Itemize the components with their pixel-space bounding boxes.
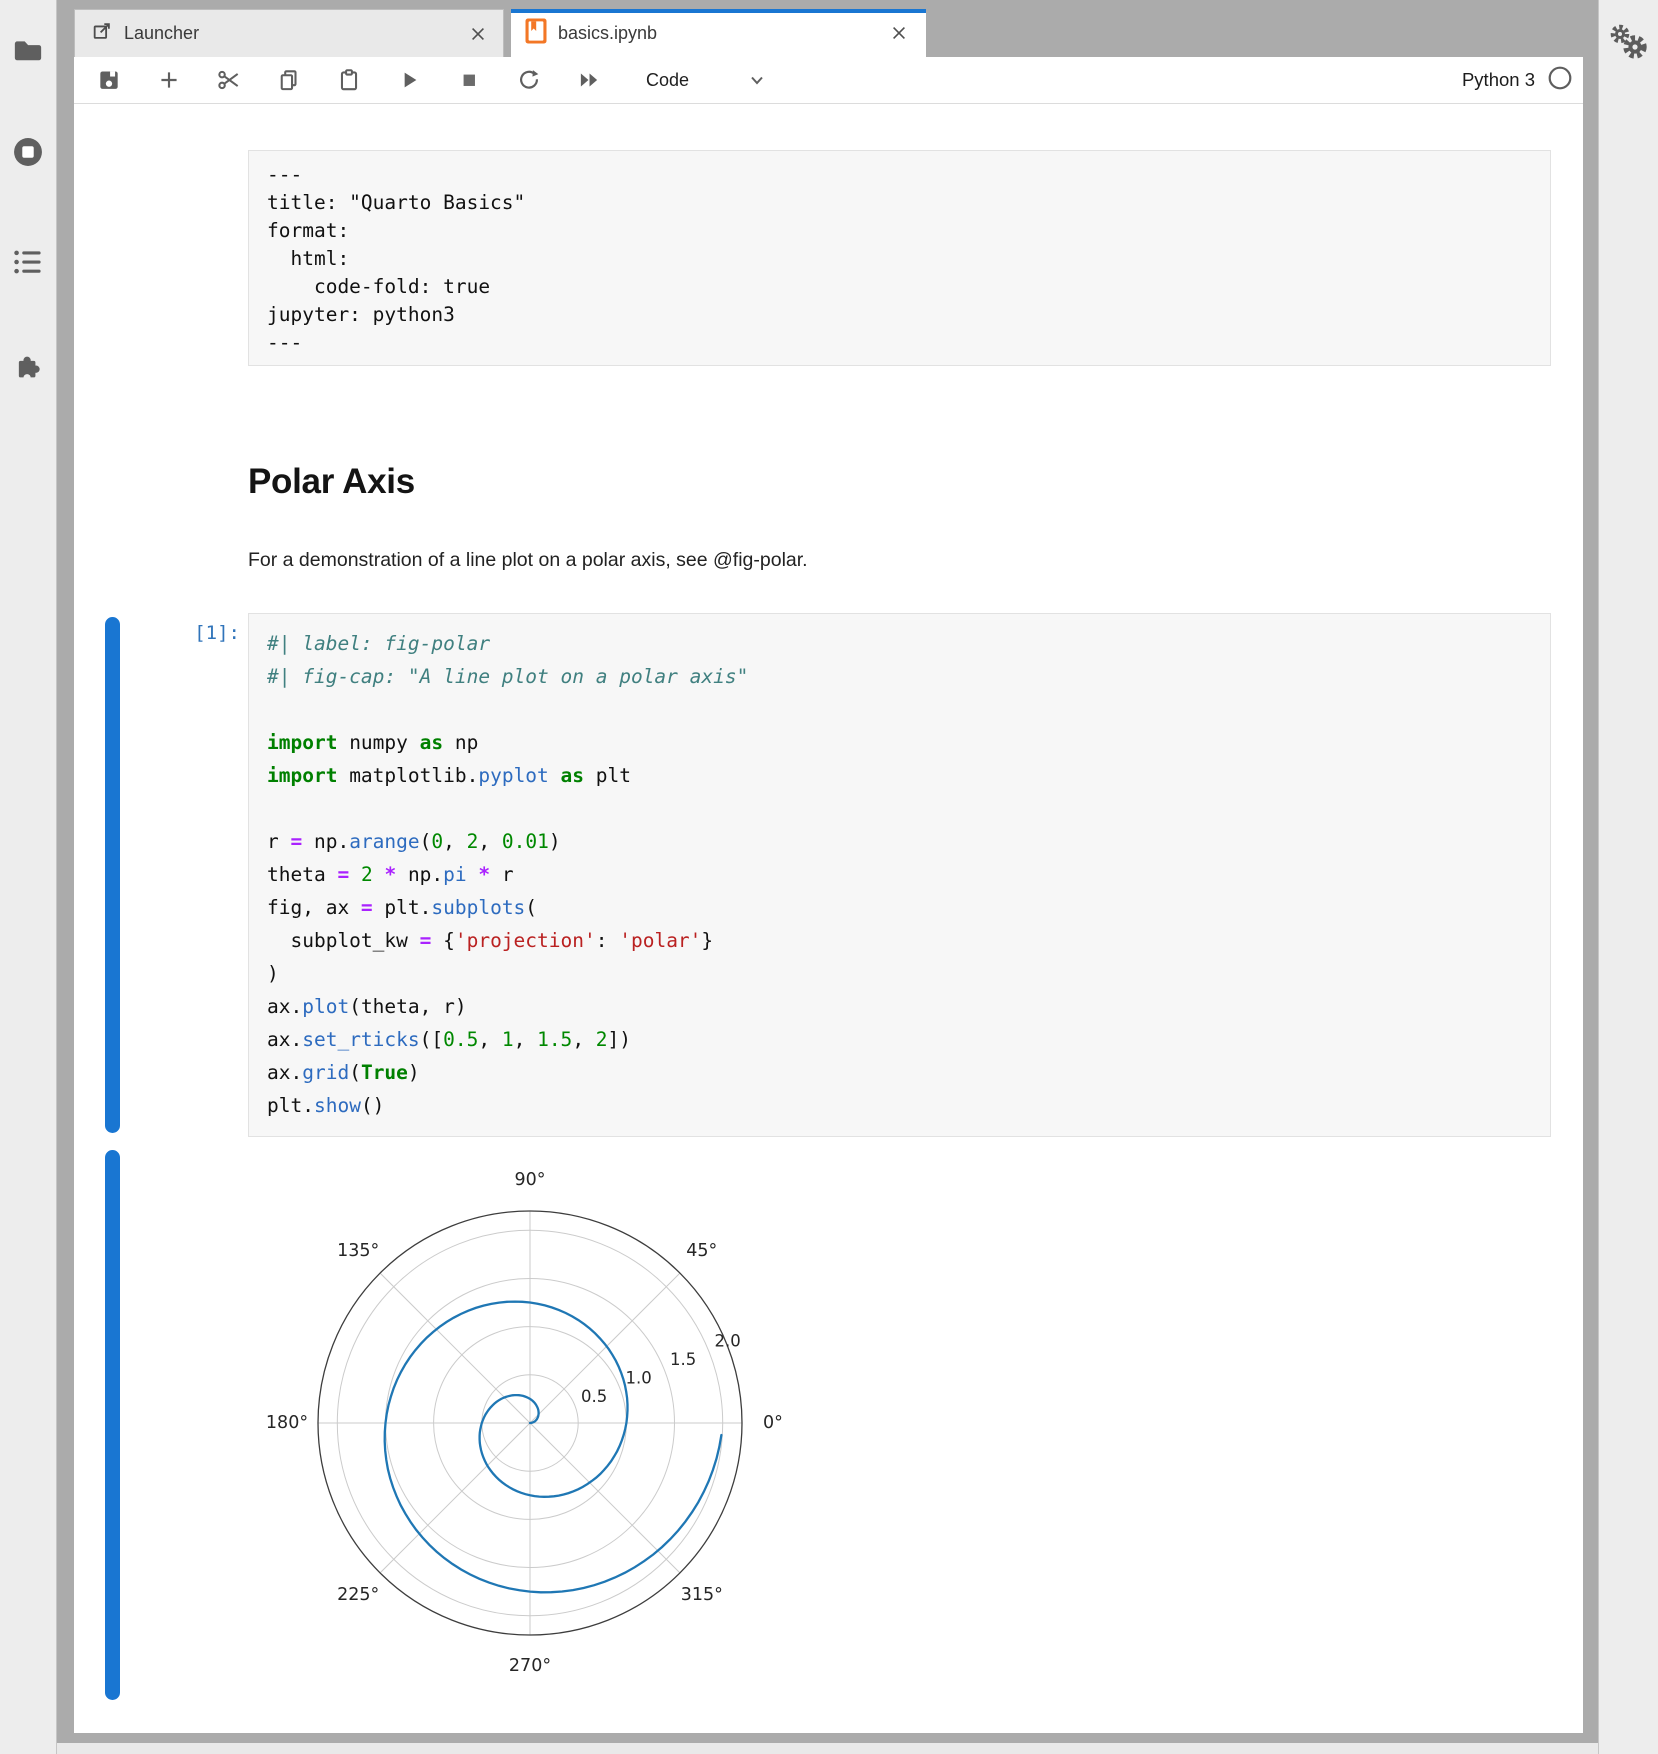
- svg-text:1.0: 1.0: [625, 1369, 651, 1388]
- raw-cell-line: code-fold: true: [267, 273, 1532, 301]
- execution-count-prompt: [1]:: [100, 622, 240, 644]
- left-activity-bar: [0, 0, 57, 1754]
- kernel-switcher[interactable]: Python 3: [1462, 65, 1573, 96]
- code-cell-line: ax.grid(True): [267, 1056, 1532, 1089]
- puzzle-icon: [12, 350, 44, 382]
- list-icon: [12, 247, 44, 277]
- markdown-heading: Polar Axis: [248, 462, 415, 502]
- right-activity-bar: [1598, 0, 1658, 1754]
- restart-run-all-button[interactable]: [576, 67, 602, 93]
- tab-notebook-close-icon[interactable]: [888, 22, 910, 44]
- sidebar-item-extensions[interactable]: [11, 349, 45, 383]
- svg-text:45°: 45°: [686, 1241, 717, 1261]
- svg-text:315°: 315°: [681, 1585, 723, 1605]
- gears-icon: [1607, 22, 1651, 66]
- property-inspector-tab[interactable]: [1607, 22, 1651, 66]
- code-cell-line: [267, 792, 1532, 825]
- raw-cell-line: format:: [267, 217, 1532, 245]
- markdown-paragraph: For a demonstration of a line plot on a …: [248, 549, 808, 572]
- svg-text:0°: 0°: [763, 1413, 783, 1433]
- code-cell-line: import numpy as np: [267, 726, 1532, 759]
- code-cell-line: #| fig-cap: "A line plot on a polar axis…: [267, 660, 1532, 693]
- run-cell-button[interactable]: [396, 67, 422, 93]
- code-cell-line: subplot_kw = {'projection': 'polar'}: [267, 924, 1532, 957]
- svg-text:270°: 270°: [509, 1656, 551, 1676]
- insert-cell-button[interactable]: [156, 67, 182, 93]
- code-cell-line: ): [267, 957, 1532, 990]
- svg-text:1.5: 1.5: [670, 1350, 696, 1369]
- polar-chart: 0° 45° 90° 135° 180° 225° 270° 315° 0.5 1.0 1.5 2.0: [248, 1152, 818, 1682]
- code-cell-line: [267, 693, 1532, 726]
- raw-cell-line: title: "Quarto Basics": [267, 189, 1532, 217]
- polar-plot-output: 0° 45° 90° 135° 180° 225° 270° 315° 0.5 1.0 1.5 2.0: [248, 1152, 818, 1682]
- raw-cell-line: ---: [267, 161, 1532, 189]
- folder-icon: [12, 36, 44, 64]
- svg-text:180°: 180°: [266, 1413, 308, 1433]
- cell-type-dropdown[interactable]: Code: [646, 70, 689, 91]
- code-cell-line: plt.show(): [267, 1089, 1532, 1122]
- notebook-file-icon: [525, 18, 547, 49]
- tab-notebook-label: basics.ipynb: [558, 23, 888, 44]
- paste-cells-button[interactable]: [336, 67, 362, 93]
- code-cell-line: import matplotlib.pyplot as plt: [267, 759, 1532, 792]
- code-cell-line: r = np.arange(0, 2, 0.01): [267, 825, 1532, 858]
- code-cell-line: theta = 2 * np.pi * r: [267, 858, 1532, 891]
- raw-cell-editor[interactable]: ---title: "Quarto Basics"format: html: c…: [248, 150, 1551, 366]
- code-cell-editor[interactable]: #| label: fig-polar#| fig-cap: "A line p…: [248, 613, 1551, 1137]
- svg-text:2.0: 2.0: [714, 1332, 740, 1351]
- code-cell-line: ax.plot(theta, r): [267, 990, 1532, 1023]
- notebook-toolbar: Code Python 3: [74, 57, 1583, 104]
- svg-text:225°: 225°: [337, 1585, 379, 1605]
- tab-launcher-label: Launcher: [124, 23, 467, 44]
- raw-cell-line: html:: [267, 245, 1532, 273]
- sidebar-item-file-browser[interactable]: [11, 33, 45, 67]
- svg-text:90°: 90°: [514, 1170, 545, 1190]
- code-cell-line: ax.set_rticks([0.5, 1, 1.5, 2]): [267, 1023, 1532, 1056]
- output-collapser[interactable]: [105, 1150, 120, 1700]
- tab-launcher-close-icon[interactable]: [467, 23, 489, 45]
- jupyterlab-screen: { "sidebar": { "items": [ {"icon": "file…: [0, 0, 1658, 1754]
- sidebar-item-table-of-contents[interactable]: [11, 245, 45, 279]
- svg-text:135°: 135°: [337, 1241, 379, 1261]
- raw-cell-line: jupyter: python3: [267, 301, 1532, 329]
- svg-text:0.5: 0.5: [581, 1387, 607, 1406]
- code-cell-line: fig, ax = plt.subplots(: [267, 891, 1532, 924]
- code-cell-line: #| label: fig-polar: [267, 627, 1532, 660]
- stop-circle-icon: [12, 136, 44, 168]
- tab-launcher[interactable]: Launcher: [74, 9, 504, 57]
- sidebar-item-running-kernels[interactable]: [11, 135, 45, 169]
- copy-cells-button[interactable]: [276, 67, 302, 93]
- kernel-name-label: Python 3: [1462, 69, 1535, 91]
- chevron-down-icon[interactable]: [745, 68, 769, 92]
- restart-kernel-button[interactable]: [516, 67, 542, 93]
- raw-cell-line: ---: [267, 329, 1532, 357]
- code-cell-collapser[interactable]: [105, 617, 120, 1133]
- cut-cells-button[interactable]: [216, 67, 242, 93]
- interrupt-kernel-button[interactable]: [456, 67, 482, 93]
- tab-notebook[interactable]: basics.ipynb: [511, 9, 926, 57]
- save-button[interactable]: [96, 67, 122, 93]
- kernel-status-icon: [1547, 65, 1573, 96]
- launcher-icon: [91, 20, 113, 47]
